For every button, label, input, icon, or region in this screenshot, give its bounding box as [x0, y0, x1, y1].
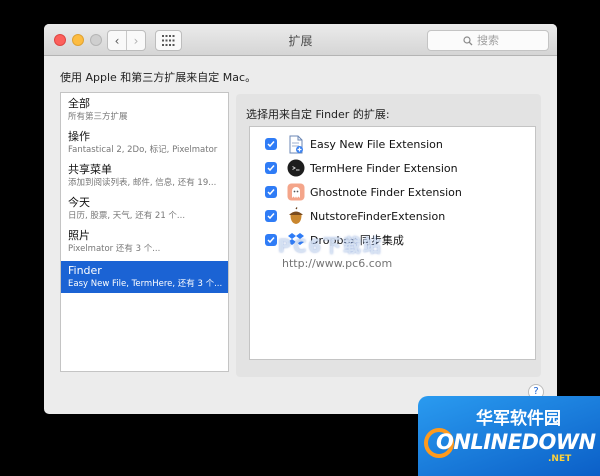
- checkmark-icon: [267, 165, 275, 172]
- ghost-icon: [286, 182, 306, 202]
- list-item: NutstoreFinderExtension: [250, 205, 535, 227]
- pane-description: 使用 Apple 和第三方扩展来自定 Mac。: [60, 71, 257, 84]
- new-file-icon: [286, 134, 306, 154]
- panel-header: 选择用来自定 Finder 的扩展:: [246, 108, 390, 121]
- terminal-icon: [286, 158, 306, 178]
- list-item: Easy New File Extension: [250, 133, 535, 155]
- sidebar-item-subtitle: 添加到阅读列表, 邮件, 信息, 还有 19...: [68, 178, 217, 188]
- sidebar-item-subtitle: Fantastical 2, 2Do, 标记, Pixelmator: [68, 145, 218, 155]
- list-item: Ghostnote Finder Extension: [250, 181, 535, 203]
- preferences-window: ‹ › 扩展 使用 Apple 和第三方扩展来自定 Mac: [44, 24, 557, 414]
- onlinedown-tld-text: .NET: [548, 454, 572, 464]
- sidebar-item-title: 共享菜单: [68, 163, 112, 176]
- onlinedown-logo: 华军软件园 ONLINEDOWN .NET: [418, 396, 600, 476]
- sidebar-item-title: Finder: [68, 264, 102, 277]
- extension-checkbox[interactable]: [265, 210, 277, 222]
- extension-checkbox[interactable]: [265, 162, 277, 174]
- search-icon: [463, 35, 473, 45]
- extension-label: TermHere Finder Extension: [310, 161, 458, 175]
- sidebar-item-title: 照片: [68, 229, 90, 242]
- extension-checkbox[interactable]: [265, 138, 277, 150]
- checkmark-icon: [267, 237, 275, 244]
- search-field[interactable]: [427, 30, 549, 51]
- sidebar-item-subtitle: 日历, 股票, 天气, 还有 21 个...: [68, 211, 186, 221]
- sidebar-item-subtitle: 所有第三方扩展: [68, 112, 128, 122]
- extension-label: NutstoreFinderExtension: [310, 209, 446, 223]
- sidebar-item-actions[interactable]: 操作 Fantastical 2, 2Do, 标记, Pixelmator: [61, 130, 228, 156]
- acorn-icon: [286, 206, 306, 226]
- sidebar-item-finder[interactable]: Finder Easy New File, TermHere, 还有 3 个..…: [61, 261, 228, 293]
- pc6-watermark-url: http://www.pc6.com: [282, 257, 393, 270]
- sidebar-item-share-menu[interactable]: 共享菜单 添加到阅读列表, 邮件, 信息, 还有 19...: [61, 163, 228, 189]
- sidebar-item-title: 今天: [68, 196, 90, 209]
- extension-checkbox[interactable]: [265, 234, 277, 246]
- sidebar-item-all[interactable]: 全部 所有第三方扩展: [61, 97, 228, 123]
- extension-label: Ghostnote Finder Extension: [310, 185, 462, 199]
- onlinedown-en-text: ONLINEDOWN: [436, 430, 596, 454]
- checkmark-icon: [267, 141, 275, 148]
- title-bar: ‹ › 扩展: [44, 24, 557, 56]
- checkmark-icon: [267, 213, 275, 220]
- sidebar-item-title: 操作: [68, 130, 90, 143]
- onlinedown-cn-text: 华军软件园: [476, 409, 561, 429]
- category-list: 全部 所有第三方扩展 操作 Fantastical 2, 2Do, 标记, Pi…: [60, 92, 229, 372]
- search-input[interactable]: [477, 34, 513, 47]
- sidebar-item-title: 全部: [68, 97, 90, 110]
- list-item: TermHere Finder Extension: [250, 157, 535, 179]
- sidebar-item-subtitle: Pixelmator 还有 3 个...: [68, 244, 161, 254]
- sidebar-item-today[interactable]: 今天 日历, 股票, 天气, 还有 21 个...: [61, 196, 228, 222]
- extension-label: Easy New File Extension: [310, 137, 443, 151]
- sidebar-item-photos[interactable]: 照片 Pixelmator 还有 3 个...: [61, 229, 228, 255]
- extension-checkbox[interactable]: [265, 186, 277, 198]
- checkmark-icon: [267, 189, 275, 196]
- pc6-watermark: PC6下载站: [278, 236, 383, 257]
- sidebar-item-subtitle: Easy New File, TermHere, 还有 3 个...: [68, 279, 223, 289]
